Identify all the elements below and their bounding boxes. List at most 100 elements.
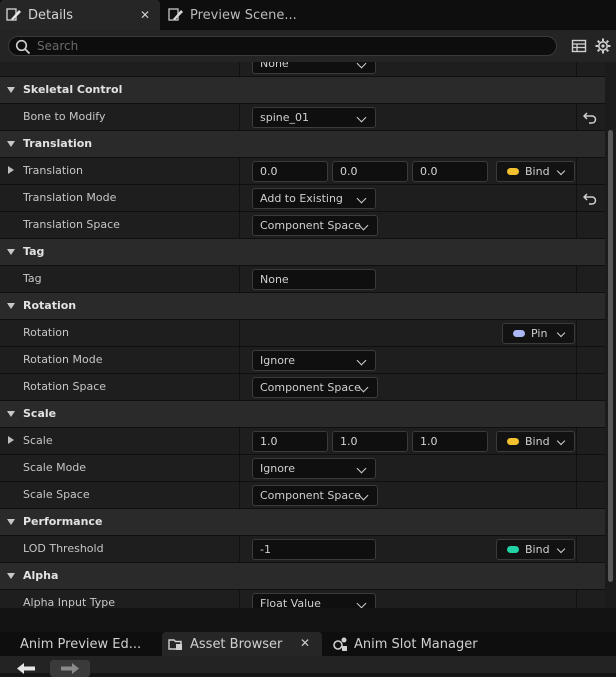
property-row-rotation-mode: Rotation Mode Ignore <box>0 347 605 374</box>
partial-dropdown[interactable]: None <box>252 62 376 74</box>
settings-gear-icon[interactable] <box>595 38 611 54</box>
property-label: Rotation <box>23 326 70 339</box>
collapse-arrow-icon[interactable] <box>7 411 15 417</box>
translation-y-field[interactable]: 0.0 <box>332 161 408 182</box>
lod-threshold-bind-button[interactable]: Bind <box>496 539 575 560</box>
scale-z-field[interactable]: 1.0 <box>412 431 488 452</box>
pin-color-swatch <box>507 168 519 175</box>
rotation-pin-button[interactable]: Pin <box>502 323 575 344</box>
tab-anim-preview-editor[interactable]: Anim Preview Ed... <box>20 632 141 656</box>
chevron-down-icon <box>356 598 367 608</box>
category-alpha[interactable]: Alpha <box>0 563 605 590</box>
translation-mode-dropdown[interactable]: Add to Existing <box>252 188 376 209</box>
scale-bind-button[interactable]: Bind <box>496 431 575 452</box>
pin-label: Bind <box>525 543 550 556</box>
chevron-down-icon <box>356 355 367 366</box>
alpha-input-type-dropdown[interactable]: Float Value <box>252 593 376 608</box>
property-row-translation-mode: Translation Mode Add to Existing <box>0 185 605 212</box>
column-divider <box>239 158 240 184</box>
scrollbar-thumb[interactable] <box>608 130 613 582</box>
collapse-arrow-icon[interactable] <box>7 141 15 147</box>
collapse-arrow-icon[interactable] <box>7 87 15 93</box>
rotation-mode-dropdown[interactable]: Ignore <box>252 350 376 371</box>
bone-to-modify-dropdown[interactable]: spine_01 <box>252 107 376 128</box>
tab-anim-slot-manager[interactable]: Anim Slot Manager <box>326 632 478 656</box>
category-skeletal-control[interactable]: Skeletal Control <box>0 77 605 104</box>
scale-y-field[interactable]: 1.0 <box>332 431 408 452</box>
property-label: Translation Space <box>23 218 120 231</box>
column-divider <box>239 266 240 292</box>
rotation-space-dropdown-value: Component Space <box>260 381 361 394</box>
property-row-rotation-space: Rotation Space Component Space <box>0 374 605 401</box>
chevron-down-icon <box>556 166 566 176</box>
vector-component-value: 1.0 <box>260 435 278 448</box>
back-arrow-icon <box>17 663 35 674</box>
table-view-icon[interactable] <box>571 38 587 54</box>
collapse-arrow-icon[interactable] <box>7 303 15 309</box>
vector-component-value: 1.0 <box>340 435 358 448</box>
translation-space-dropdown[interactable]: Component Space <box>252 215 378 236</box>
column-divider <box>239 347 240 373</box>
property-row-rotation: Rotation Pin <box>0 320 605 347</box>
property-row-scale-mode: Scale Mode Ignore <box>0 455 605 482</box>
scale-mode-dropdown-value: Ignore <box>260 462 295 475</box>
tab-preview-scene[interactable]: Preview Scene... <box>162 0 322 30</box>
column-divider <box>576 590 577 608</box>
property-label: Scale Space <box>23 488 90 501</box>
collapse-arrow-icon[interactable] <box>7 573 15 579</box>
tab-bar: Details ✕ Preview Scene... <box>0 0 616 30</box>
property-label: Scale Mode <box>23 461 87 474</box>
tab-asset-browser[interactable]: Asset Browser ✕ <box>162 632 322 656</box>
tag-field[interactable]: None <box>252 269 376 290</box>
close-icon[interactable]: ✕ <box>140 8 150 22</box>
translation-z-field[interactable]: 0.0 <box>412 161 488 182</box>
search-bar <box>0 30 616 62</box>
panel-gap <box>0 608 616 632</box>
search-box[interactable] <box>8 36 557 56</box>
reset-to-default-icon[interactable] <box>583 191 597 205</box>
category-label: Performance <box>23 515 103 528</box>
tab-anim-slot-manager-label: Anim Slot Manager <box>354 636 478 652</box>
column-divider <box>239 482 240 508</box>
scale-space-dropdown[interactable]: Component Space <box>252 485 378 506</box>
forward-button[interactable] <box>50 660 90 677</box>
column-divider <box>576 482 577 508</box>
back-button[interactable] <box>8 660 44 677</box>
collapse-arrow-icon[interactable] <box>7 519 15 525</box>
close-icon[interactable]: ✕ <box>300 636 310 650</box>
column-divider <box>239 185 240 211</box>
reset-to-default-icon[interactable] <box>583 110 597 124</box>
category-performance[interactable]: Performance <box>0 509 605 536</box>
chevron-down-icon <box>356 112 367 123</box>
expand-arrow-icon[interactable] <box>8 436 14 444</box>
translation-space-dropdown-value: Component Space <box>260 219 361 232</box>
pin-color-swatch <box>513 330 525 337</box>
chevron-down-icon <box>356 62 367 69</box>
tab-details[interactable]: Details ✕ <box>0 0 160 30</box>
vector-component-value: 0.0 <box>260 165 278 178</box>
category-translation[interactable]: Translation <box>0 131 605 158</box>
collapse-arrow-icon[interactable] <box>7 249 15 255</box>
vertical-scrollbar[interactable] <box>605 62 616 608</box>
partial-dropdown-value: None <box>260 62 289 70</box>
category-tag[interactable]: Tag <box>0 239 605 266</box>
category-label: Rotation <box>23 299 77 312</box>
translation-bind-button[interactable]: Bind <box>496 161 575 182</box>
scale-mode-dropdown[interactable]: Ignore <box>252 458 376 479</box>
translation-x-field[interactable]: 0.0 <box>252 161 328 182</box>
column-divider <box>576 536 577 562</box>
search-input[interactable] <box>37 38 537 54</box>
column-divider <box>576 185 577 211</box>
scale-x-field[interactable]: 1.0 <box>252 431 328 452</box>
chevron-down-icon <box>556 436 566 446</box>
pin-label: Bind <box>525 435 550 448</box>
category-rotation[interactable]: Rotation <box>0 293 605 320</box>
pencil-icon <box>6 8 21 21</box>
category-scale[interactable]: Scale <box>0 401 605 428</box>
category-label: Translation <box>23 137 93 150</box>
column-divider <box>576 428 577 454</box>
expand-arrow-icon[interactable] <box>8 166 14 174</box>
category-label: Scale <box>23 407 57 420</box>
lod-threshold-field[interactable]: -1 <box>252 539 376 560</box>
rotation-space-dropdown[interactable]: Component Space <box>252 377 378 398</box>
